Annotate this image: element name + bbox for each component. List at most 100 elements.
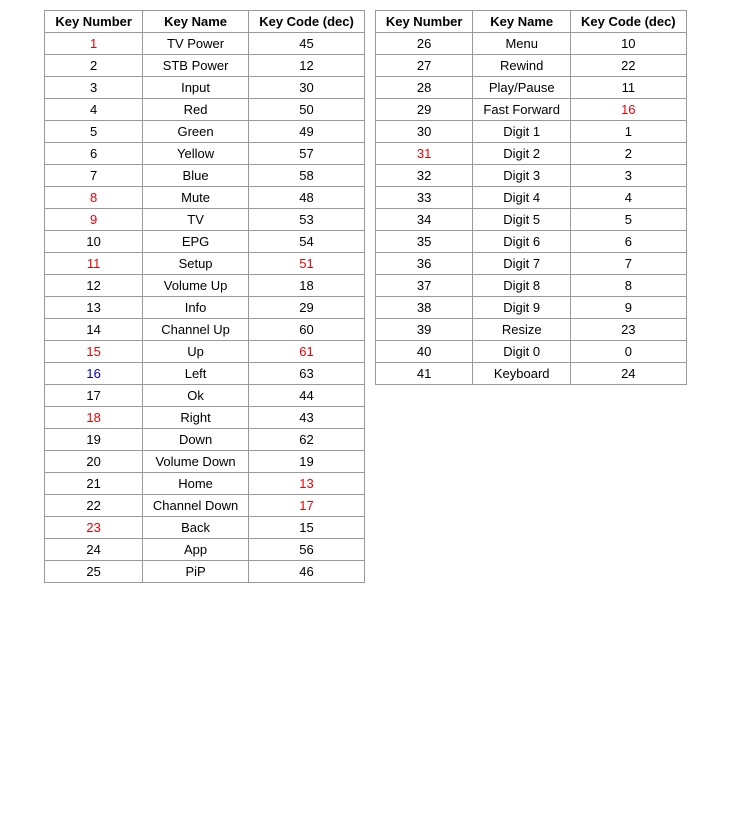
col-header-key-name-left: Key Name xyxy=(142,11,248,33)
cell-key-code: 9 xyxy=(571,297,687,319)
cell-key-code: 29 xyxy=(249,297,365,319)
cell-key-name: Menu xyxy=(473,33,571,55)
cell-key-name: Mute xyxy=(142,187,248,209)
cell-key-code: 6 xyxy=(571,231,687,253)
cell-key-number: 14 xyxy=(45,319,143,341)
cell-key-name: Digit 9 xyxy=(473,297,571,319)
cell-key-code: 57 xyxy=(249,143,365,165)
cell-key-name: Blue xyxy=(142,165,248,187)
cell-key-number: 8 xyxy=(45,187,143,209)
table-row: 23Back15 xyxy=(45,517,365,539)
cell-key-number: 11 xyxy=(45,253,143,275)
table-row: 40Digit 00 xyxy=(375,341,686,363)
cell-key-code: 51 xyxy=(249,253,365,275)
cell-key-code: 63 xyxy=(249,363,365,385)
cell-key-code: 58 xyxy=(249,165,365,187)
cell-key-number: 4 xyxy=(45,99,143,121)
table-row: 27Rewind22 xyxy=(375,55,686,77)
cell-key-number: 30 xyxy=(375,121,473,143)
table-row: 26Menu10 xyxy=(375,33,686,55)
cell-key-name: Digit 6 xyxy=(473,231,571,253)
cell-key-name: Fast Forward xyxy=(473,99,571,121)
table-row: 31Digit 22 xyxy=(375,143,686,165)
cell-key-number: 29 xyxy=(375,99,473,121)
table-row: 22Channel Down17 xyxy=(45,495,365,517)
table-row: 24App56 xyxy=(45,539,365,561)
cell-key-name: TV xyxy=(142,209,248,231)
cell-key-number: 9 xyxy=(45,209,143,231)
cell-key-code: 4 xyxy=(571,187,687,209)
table-row: 36Digit 77 xyxy=(375,253,686,275)
cell-key-code: 12 xyxy=(249,55,365,77)
table-row: 4Red50 xyxy=(45,99,365,121)
cell-key-code: 44 xyxy=(249,385,365,407)
cell-key-code: 53 xyxy=(249,209,365,231)
cell-key-number: 24 xyxy=(45,539,143,561)
cell-key-name: PiP xyxy=(142,561,248,583)
cell-key-number: 26 xyxy=(375,33,473,55)
cell-key-number: 31 xyxy=(375,143,473,165)
col-header-key-num-left: Key Number xyxy=(45,11,143,33)
cell-key-name: Resize xyxy=(473,319,571,341)
cell-key-code: 46 xyxy=(249,561,365,583)
cell-key-name: Ok xyxy=(142,385,248,407)
cell-key-name: Volume Down xyxy=(142,451,248,473)
cell-key-number: 6 xyxy=(45,143,143,165)
cell-key-name: Digit 8 xyxy=(473,275,571,297)
col-header-key-num-right: Key Number xyxy=(375,11,473,33)
cell-key-code: 19 xyxy=(249,451,365,473)
cell-key-number: 28 xyxy=(375,77,473,99)
table-row: 9TV53 xyxy=(45,209,365,231)
cell-key-code: 2 xyxy=(571,143,687,165)
table-row: 11Setup51 xyxy=(45,253,365,275)
cell-key-number: 18 xyxy=(45,407,143,429)
cell-key-code: 10 xyxy=(571,33,687,55)
cell-key-number: 33 xyxy=(375,187,473,209)
table-left: Key Number Key Name Key Code (dec) 1TV P… xyxy=(44,10,365,583)
cell-key-number: 35 xyxy=(375,231,473,253)
table-row: 19Down62 xyxy=(45,429,365,451)
cell-key-name: Up xyxy=(142,341,248,363)
cell-key-name: Digit 0 xyxy=(473,341,571,363)
cell-key-number: 12 xyxy=(45,275,143,297)
cell-key-number: 17 xyxy=(45,385,143,407)
table-row: 21Home13 xyxy=(45,473,365,495)
cell-key-number: 15 xyxy=(45,341,143,363)
cell-key-number: 23 xyxy=(45,517,143,539)
cell-key-name: EPG xyxy=(142,231,248,253)
table-row: 16Left63 xyxy=(45,363,365,385)
cell-key-code: 60 xyxy=(249,319,365,341)
cell-key-name: Input xyxy=(142,77,248,99)
table-row: 3Input30 xyxy=(45,77,365,99)
cell-key-code: 3 xyxy=(571,165,687,187)
table-row: 35Digit 66 xyxy=(375,231,686,253)
col-header-key-name-right: Key Name xyxy=(473,11,571,33)
table-row: 2STB Power12 xyxy=(45,55,365,77)
table-row: 28Play/Pause11 xyxy=(375,77,686,99)
cell-key-number: 21 xyxy=(45,473,143,495)
cell-key-number: 13 xyxy=(45,297,143,319)
cell-key-code: 1 xyxy=(571,121,687,143)
cell-key-number: 16 xyxy=(45,363,143,385)
cell-key-name: Back xyxy=(142,517,248,539)
cell-key-name: Keyboard xyxy=(473,363,571,385)
table-row: 6Yellow57 xyxy=(45,143,365,165)
table-right: Key Number Key Name Key Code (dec) 26Men… xyxy=(375,10,687,385)
cell-key-code: 11 xyxy=(571,77,687,99)
cell-key-code: 22 xyxy=(571,55,687,77)
table-row: 41Keyboard24 xyxy=(375,363,686,385)
table-row: 18Right43 xyxy=(45,407,365,429)
col-header-key-code-left: Key Code (dec) xyxy=(249,11,365,33)
cell-key-code: 16 xyxy=(571,99,687,121)
table-row: 12Volume Up18 xyxy=(45,275,365,297)
cell-key-number: 40 xyxy=(375,341,473,363)
cell-key-number: 32 xyxy=(375,165,473,187)
cell-key-code: 48 xyxy=(249,187,365,209)
cell-key-code: 43 xyxy=(249,407,365,429)
table-row: 13Info29 xyxy=(45,297,365,319)
cell-key-code: 62 xyxy=(249,429,365,451)
cell-key-number: 25 xyxy=(45,561,143,583)
cell-key-name: Digit 2 xyxy=(473,143,571,165)
table-row: 10EPG54 xyxy=(45,231,365,253)
cell-key-name: Down xyxy=(142,429,248,451)
